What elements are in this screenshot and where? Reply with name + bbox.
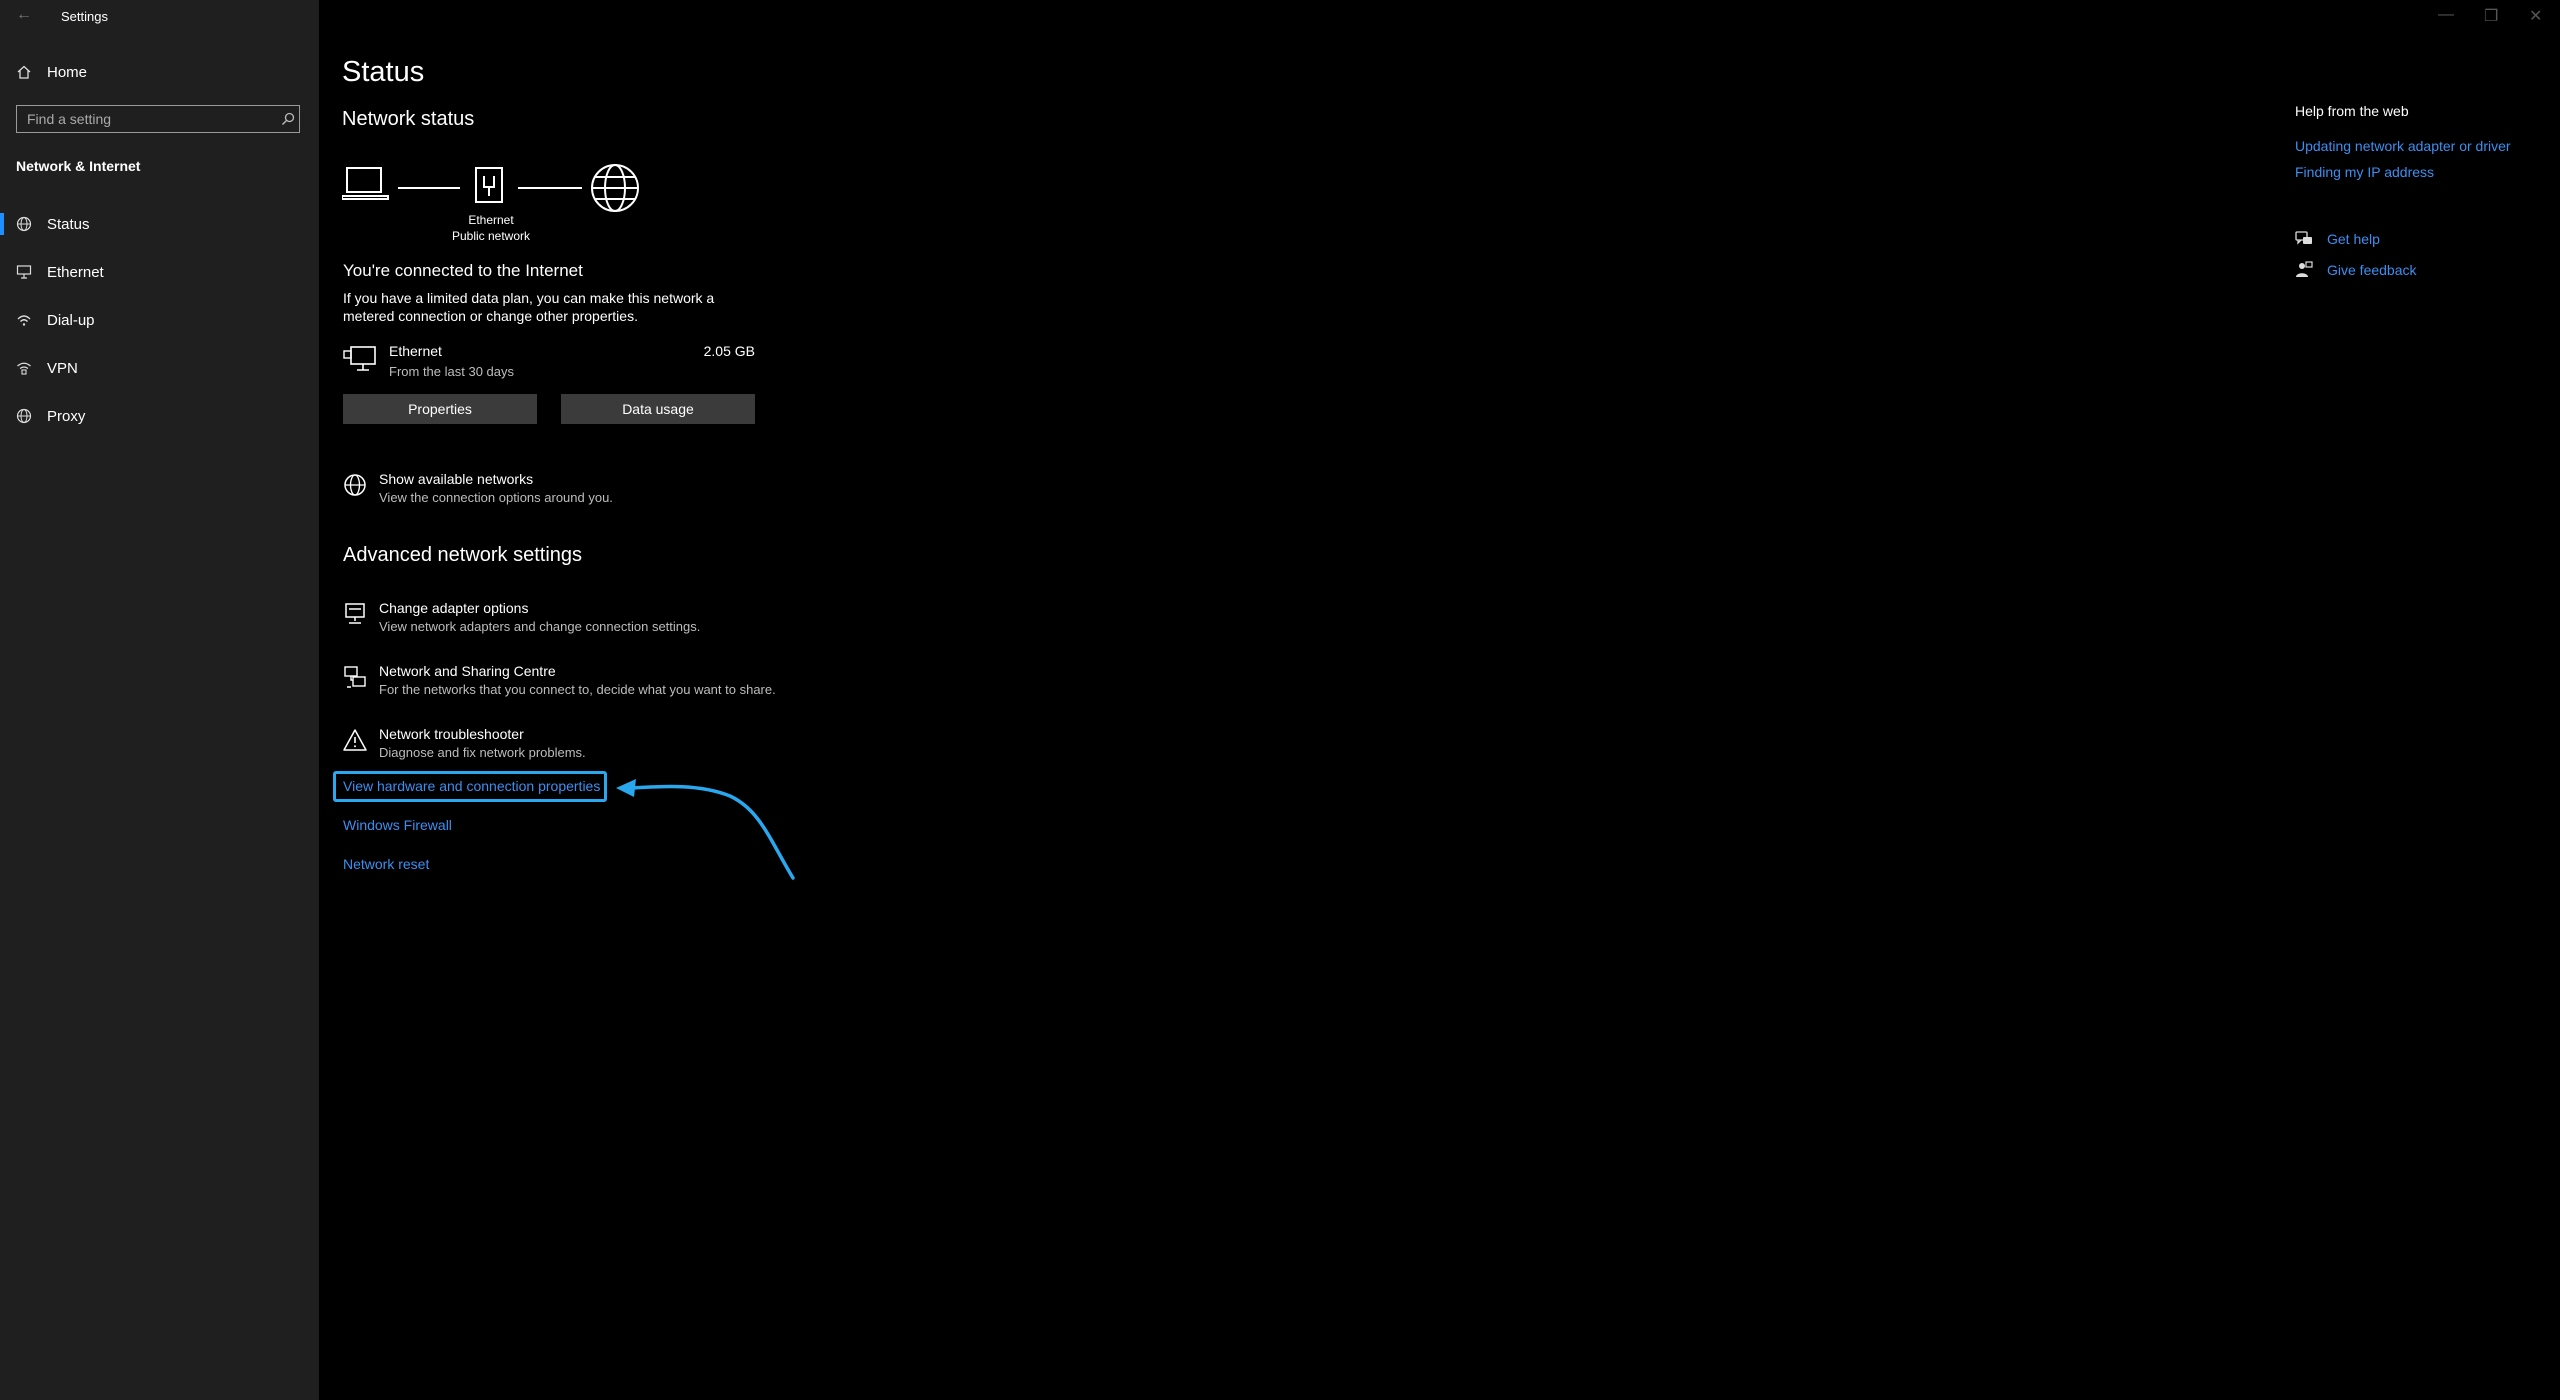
get-help-link[interactable]: Get help (2327, 231, 2380, 247)
network-troubleshooter[interactable]: Network troubleshooter Diagnose and fix … (343, 726, 843, 766)
give-feedback-icon (2296, 261, 2313, 277)
laptop-icon (342, 167, 389, 200)
adapter-monitor-icon (345, 603, 365, 624)
windows-firewall-link[interactable]: Windows Firewall (343, 817, 452, 833)
page-title: Status (342, 56, 425, 88)
network-diagram (342, 164, 639, 212)
help-heading: Help from the web (2295, 103, 2409, 119)
sharing-centre-desc: For the networks that you connect to, de… (379, 682, 776, 697)
ethernet-port-icon (475, 167, 503, 203)
network-status-heading: Network status (342, 108, 475, 130)
view-hardware-link[interactable]: View hardware and connection properties (343, 778, 600, 794)
vpn-icon (15, 360, 33, 376)
show-available-networks[interactable]: Show available networks View the connect… (343, 471, 743, 511)
proxy-globe-icon (15, 408, 33, 424)
sidebar-home-label: Home (47, 63, 88, 81)
sharing-centre-title: Network and Sharing Centre (379, 663, 556, 679)
network-type: Public network (451, 229, 531, 243)
troubleshooter-title: Network troubleshooter (379, 726, 524, 742)
show-networks-title: Show available networks (379, 471, 534, 487)
network-reset-link[interactable]: Network reset (343, 856, 429, 872)
warning-triangle-icon (343, 729, 367, 751)
connected-heading: You're connected to the Internet (343, 261, 583, 280)
change-adapter-title: Change adapter options (379, 600, 529, 616)
help-link-find-ip[interactable]: Finding my IP address (2295, 164, 2434, 180)
sidebar-home[interactable]: Home (0, 48, 319, 96)
change-adapter-desc: View network adapters and change connect… (379, 619, 701, 634)
sidebar-item-status[interactable]: Status (0, 200, 319, 248)
search-icon[interactable] (277, 112, 299, 126)
sidebar-item-label: Status (47, 215, 90, 233)
sidebar-item-vpn[interactable]: VPN (0, 344, 319, 392)
globe-icon (591, 164, 639, 212)
troubleshooter-desc: Diagnose and fix network problems. (379, 745, 586, 760)
sidebar-item-label: VPN (47, 359, 78, 377)
sidebar: ← Settings Home Network & Internet Statu… (0, 0, 319, 1400)
sidebar-item-label: Proxy (47, 407, 86, 425)
close-icon[interactable]: ✕ (2529, 6, 2542, 26)
sidebar-item-dialup[interactable]: Dial-up (0, 296, 319, 344)
sidebar-item-ethernet[interactable]: Ethernet (0, 248, 319, 296)
data-usage-button[interactable]: Data usage (561, 394, 755, 424)
sidebar-item-label: Dial-up (47, 311, 95, 329)
minimize-icon[interactable]: — (2438, 6, 2454, 24)
maximize-icon[interactable]: ❐ (2484, 6, 2498, 26)
sidebar-item-label: Ethernet (47, 263, 104, 281)
help-link-update-adapter[interactable]: Updating network adapter or driver (2295, 138, 2511, 154)
show-networks-desc: View the connection options around you. (379, 490, 613, 505)
search-box[interactable] (16, 105, 300, 133)
search-input[interactable] (17, 110, 277, 128)
usage-adapter-name: Ethernet (389, 343, 442, 359)
sharing-centre-icon (344, 666, 366, 688)
usage-period: From the last 30 days (389, 364, 514, 379)
connected-desc-line2: metered connection or change other prope… (343, 308, 638, 324)
annotation-arrow (616, 779, 795, 880)
window-title: Settings (61, 9, 108, 24)
network-sharing-centre[interactable]: Network and Sharing Centre For the netwo… (343, 663, 843, 703)
ethernet-usage-icon (343, 346, 376, 371)
sidebar-section-title: Network & Internet (16, 158, 141, 174)
get-help-icon (2295, 231, 2312, 245)
change-adapter-options[interactable]: Change adapter options View network adap… (343, 600, 843, 640)
back-arrow-icon[interactable]: ← (16, 6, 32, 24)
sidebar-item-proxy[interactable]: Proxy (0, 392, 319, 440)
adapter-name: Ethernet (468, 213, 514, 227)
ethernet-icon (15, 264, 33, 280)
dialup-icon (15, 312, 33, 328)
usage-amount: 2.05 GB (703, 343, 755, 359)
network-globe-icon (344, 474, 366, 496)
connected-desc-line1: If you have a limited data plan, you can… (343, 290, 715, 306)
advanced-heading: Advanced network settings (343, 544, 583, 566)
home-icon (15, 64, 33, 80)
give-feedback-link[interactable]: Give feedback (2327, 262, 2417, 278)
properties-button[interactable]: Properties (343, 394, 537, 424)
status-globe-icon (15, 216, 33, 232)
